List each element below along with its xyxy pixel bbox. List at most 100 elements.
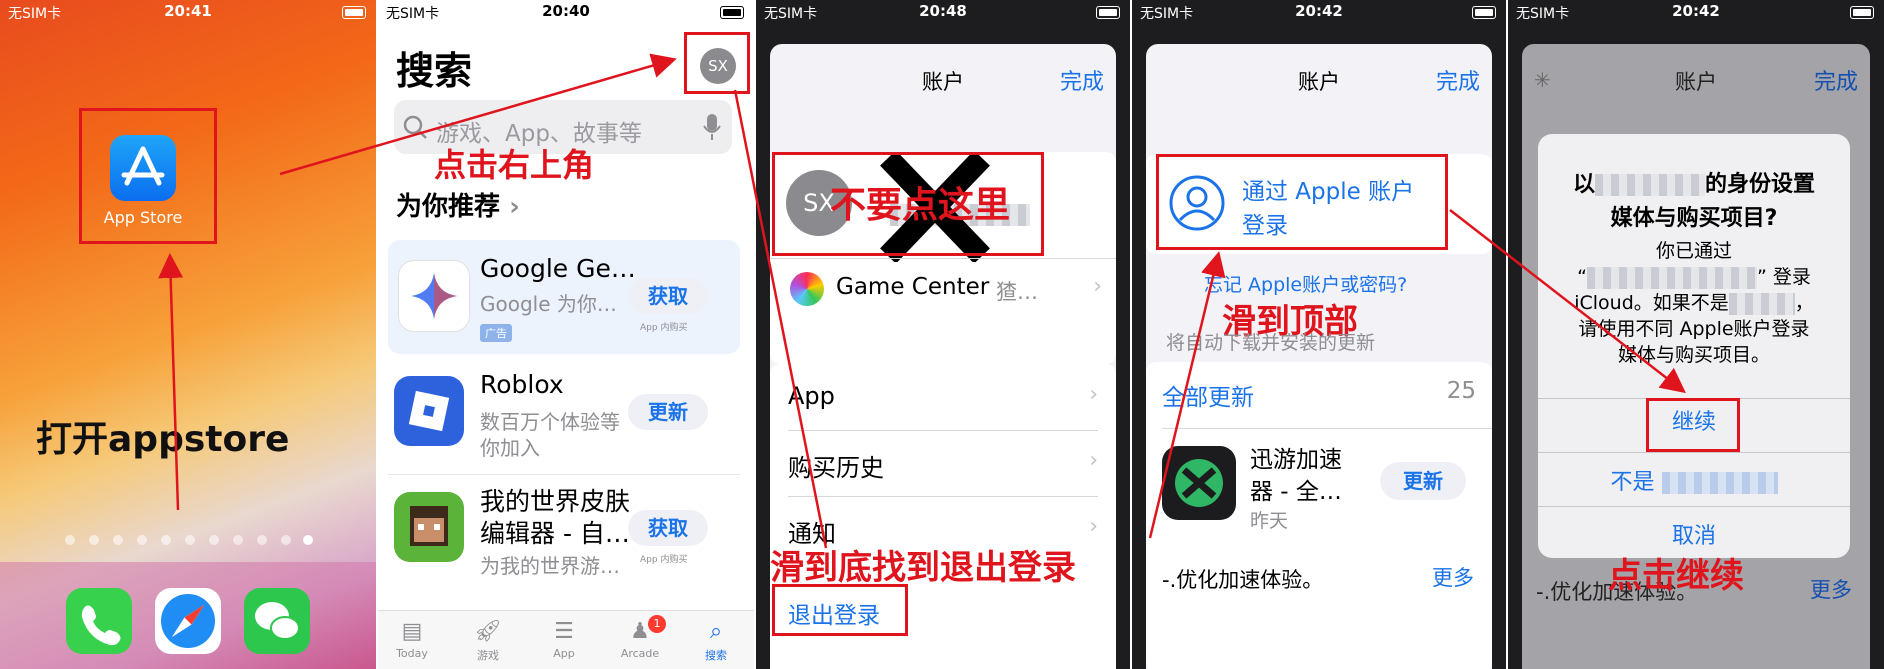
app-name-line2: 编辑器 - 自…: [480, 519, 630, 548]
more-link[interactable]: 更多: [1432, 562, 1474, 592]
done-button[interactable]: 完成: [1814, 64, 1858, 96]
app-name-line2: 器 - 全…: [1250, 479, 1342, 505]
row-purchase-history[interactable]: 购买历史 ›: [788, 430, 1098, 497]
app-name: Roblox: [480, 370, 564, 399]
alert-heading-prefix: 以: [1572, 172, 1595, 197]
app-subtitle: Google 为你…: [480, 292, 617, 316]
alert-body-login: ” 登录: [1756, 266, 1811, 288]
app-name: 我的世界皮肤: [480, 487, 631, 516]
tab-arcade[interactable]: ♟ Arcade 1: [610, 615, 670, 660]
home-screen-panel: 无SIM卡 20:41 App Store 打开appstore: [0, 0, 376, 669]
safari-icon[interactable]: [155, 588, 221, 654]
game-center-label[interactable]: Game Center: [836, 274, 989, 300]
battery-icon: [1096, 6, 1120, 19]
row-app[interactable]: App ›: [788, 364, 1098, 431]
tab-label: 游戏: [477, 649, 499, 662]
tab-today[interactable]: ▤ Today: [382, 617, 442, 660]
app-card-google-gemini[interactable]: Google Ge… Google 为你… 广告 获取 App 内购买: [388, 240, 740, 354]
highlight-box-appstore: [79, 108, 217, 244]
not-me-label: 不是: [1610, 470, 1655, 495]
forgot-link[interactable]: 忘记 Apple账户或密码?: [1204, 270, 1407, 297]
wechat-icon[interactable]: [244, 588, 310, 654]
app-date: 昨天: [1250, 510, 1289, 532]
search-icon: [403, 115, 427, 139]
alert-panel: 无SIM卡 20:42 ✳ 账户 完成 -.优化加速体验。 更多 以的身份设置 …: [1508, 0, 1884, 669]
battery-icon: [720, 6, 744, 19]
tab-search[interactable]: ⌕ 搜索: [686, 617, 746, 663]
alert-body-quote-open: “: [1577, 266, 1587, 288]
game-center-value: 猹…: [996, 280, 1038, 304]
more-link[interactable]: 更多: [1810, 574, 1852, 604]
phone-icon[interactable]: [66, 588, 132, 654]
page-title: 搜索: [396, 49, 473, 93]
highlight-box-avatar: [684, 32, 750, 94]
alert-heading-line2: 媒体与购买项目?: [1610, 206, 1778, 231]
clock: 20:42: [1295, 2, 1343, 20]
alert-heading: 以 的身份设置: [1538, 166, 1850, 198]
app-subtitle-line2: 你加入: [480, 436, 540, 460]
annotation-open-appstore: 打开appstore: [36, 419, 290, 460]
app-subtitle: 数百万个体验等: [480, 410, 620, 434]
get-button[interactable]: 获取: [628, 278, 708, 314]
update-button[interactable]: 更新: [1380, 462, 1466, 500]
tab-games[interactable]: 🚀︎ 游戏: [458, 617, 518, 663]
done-button[interactable]: 完成: [1436, 64, 1480, 96]
updates-card: 全部更新 25 迅游加速 器 - 全… 昨天 更新 -.优化加速体验。 更多: [1146, 362, 1492, 669]
in-app-purchase-note: App 内购买: [640, 555, 688, 565]
update-button[interactable]: 更新: [628, 394, 708, 430]
today-icon: ▤: [401, 619, 423, 644]
clock: 20:48: [919, 2, 967, 20]
done-button[interactable]: 完成: [1060, 64, 1104, 96]
page-dots[interactable]: [60, 532, 320, 546]
alert-body-line3: iCloud。如果不是 ，: [1538, 288, 1850, 315]
clock: 20:42: [1672, 2, 1720, 20]
alert-body-line4: 请使用不同 Apple账户登录: [1578, 318, 1810, 340]
chevron-right-icon: ›: [1093, 274, 1102, 299]
xunyou-icon: [1162, 446, 1236, 520]
app-card-minecraft-skin[interactable]: 我的世界皮肤 编辑器 - 自… 为我的世界游… 获取 App 内购买: [388, 480, 740, 590]
status-bar: 无SIM卡 20:41: [0, 0, 376, 24]
app-subtitle: 为我的世界游…: [480, 554, 620, 578]
status-bar: 无SIM卡 20:42: [1132, 0, 1506, 24]
tab-label: Arcade: [620, 647, 660, 660]
annotation-tap-top-right: 点击右上角: [434, 146, 595, 184]
get-button[interactable]: 获取: [628, 510, 708, 546]
tab-bar: ▤ Today 🚀︎ 游戏 ☰ App ♟ Arcade 1 ⌕ 搜索: [378, 610, 754, 669]
row-label: App: [788, 382, 835, 410]
alert-body-line1: 你已通过: [1655, 240, 1732, 262]
account-sheet-panel: 无SIM卡 20:48 账户 完成 SX 不要点这里 Game Center 猹…: [756, 0, 1130, 669]
app-card-roblox[interactable]: Roblox 数百万个体验等 你加入 更新: [388, 364, 740, 475]
dock: [0, 562, 376, 669]
not-me-button[interactable]: 不是: [1538, 464, 1850, 496]
chevron-right-icon: ›: [509, 192, 520, 222]
divider: [770, 258, 1116, 259]
highlight-box-sign-out: [772, 584, 908, 636]
alert-body-line2: “ ” 登录: [1538, 262, 1850, 289]
cancel-button[interactable]: 取消: [1538, 518, 1850, 550]
section-title[interactable]: 为你推荐 ›: [396, 186, 520, 223]
highlight-box-continue: [1646, 398, 1740, 452]
release-note: -.优化加速体验。: [1162, 568, 1324, 592]
divider: [1538, 506, 1850, 507]
highlight-box-profile: [772, 152, 1044, 256]
battery-icon: [1850, 6, 1874, 19]
arcade-badge: 1: [648, 615, 666, 633]
tab-apps[interactable]: ☰ App: [534, 617, 594, 660]
microphone-icon[interactable]: [702, 112, 722, 142]
chevron-right-icon: ›: [1089, 514, 1098, 539]
minecraft-skin-icon: [394, 492, 464, 562]
clock: 20:40: [542, 2, 590, 20]
update-all-button[interactable]: 全部更新: [1162, 378, 1254, 412]
alert-body-comma: ，: [1794, 292, 1814, 314]
status-bar: 无SIM卡 20:48: [756, 0, 1130, 24]
annotation-scroll-bottom: 滑到底找到退出登录: [770, 548, 1076, 588]
ad-badge: 广告: [480, 324, 512, 342]
status-bar: 无SIM卡 20:42: [1508, 0, 1884, 24]
chevron-right-icon: ›: [1089, 382, 1098, 407]
stack-icon: ☰: [554, 619, 574, 644]
section-title-text: 为你推荐: [396, 192, 501, 222]
search-icon: ⌕: [709, 619, 723, 644]
account-sheet: 账户 完成 通过 Apple 账户 登录 忘记 Apple账户或密码? 滑到顶部…: [1146, 44, 1492, 669]
rocket-icon: 🚀︎: [474, 619, 502, 644]
tab-label: 搜索: [705, 649, 727, 662]
